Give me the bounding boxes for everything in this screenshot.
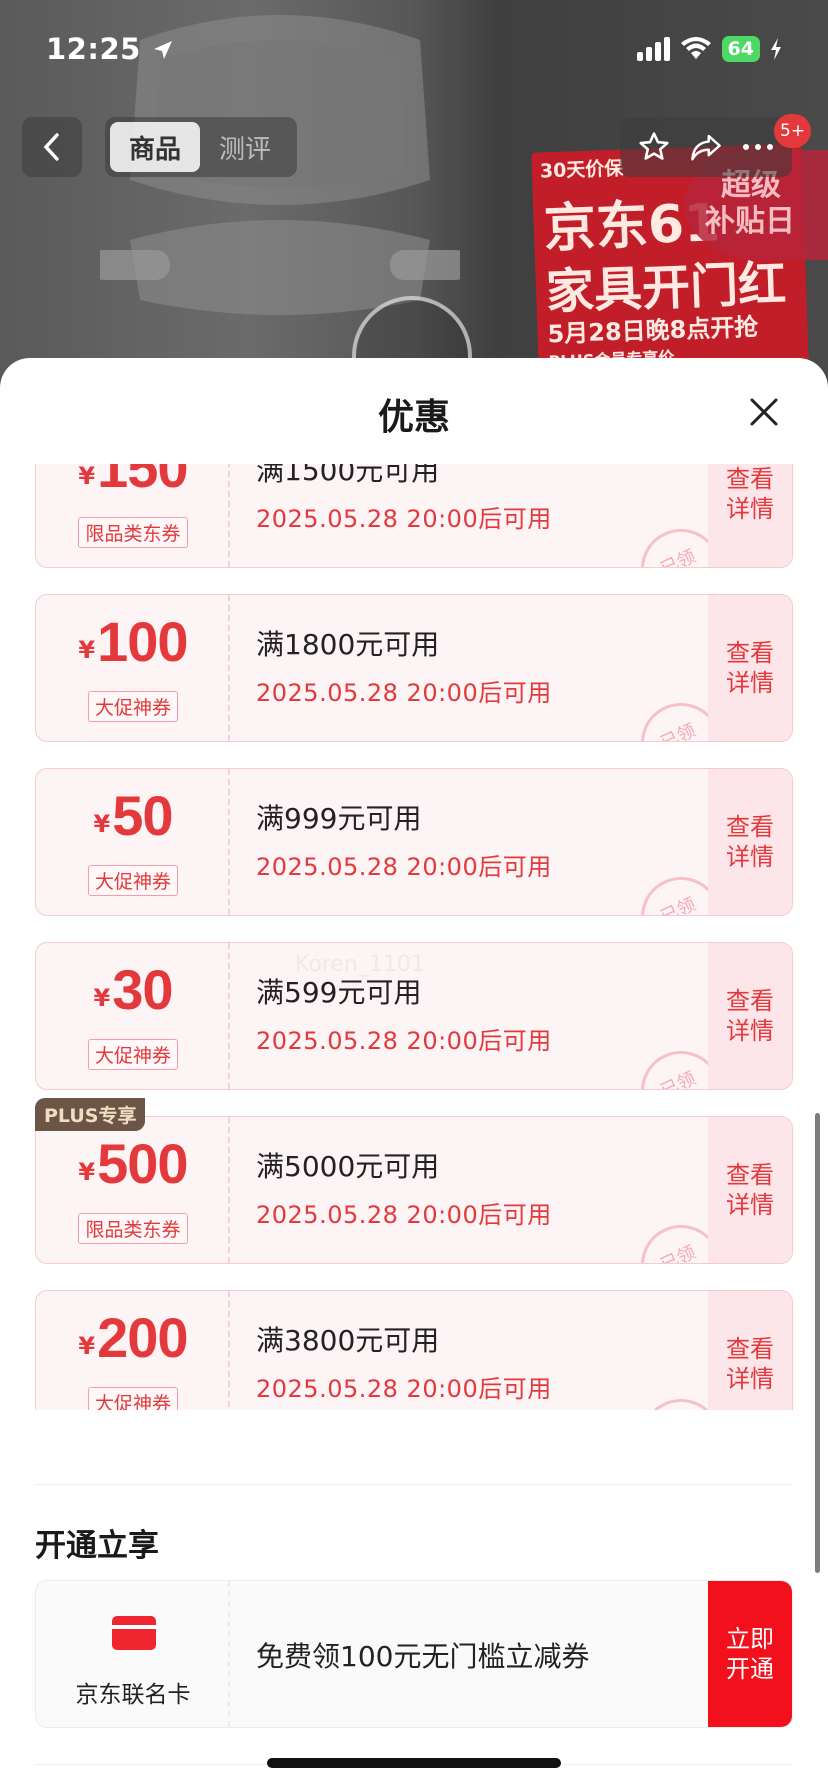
tab-review[interactable]: 测评 bbox=[200, 122, 290, 172]
back-button[interactable] bbox=[22, 117, 82, 177]
coupon-type: 限品类东券 bbox=[36, 517, 230, 548]
coupon-value-area: ¥30 大促神券 bbox=[36, 943, 230, 1089]
coupon-condition: 满1800元可用 bbox=[256, 628, 440, 661]
watermark: Koren_1101 bbox=[295, 952, 425, 977]
coupon-condition: 满1500元可用 bbox=[256, 464, 440, 487]
coupon-value-area: ¥500 限品类东券 bbox=[36, 1117, 230, 1263]
coupon-date: 2025.05.28 20:00后可用 bbox=[256, 505, 552, 533]
coupon-date: 2025.05.28 20:00后可用 bbox=[256, 1375, 552, 1403]
coupon-card: ¥50 大促神券 满999元可用 2025.05.28 20:00后可用 已领 … bbox=[35, 768, 793, 916]
charging-bolt-icon bbox=[771, 38, 781, 60]
view-details-button[interactable]: 查看详情 bbox=[708, 769, 792, 915]
card-offer-description: 免费领100元无门槛立减券 bbox=[256, 1640, 590, 1673]
coupon-type: 大促神券 bbox=[36, 865, 230, 896]
status-time: 12:25 bbox=[46, 32, 175, 66]
coupon-card: ¥200 大促神券 满3800元可用 2025.05.28 20:00后可用 已… bbox=[35, 1290, 793, 1410]
coupon-condition: 满5000元可用 bbox=[256, 1150, 440, 1183]
section-divider bbox=[35, 1484, 793, 1485]
coupon-card: ¥100 大促神券 满1800元可用 2025.05.28 20:00后可用 已… bbox=[35, 594, 793, 742]
coupon-condition: 满999元可用 bbox=[256, 802, 422, 835]
chevron-left-icon bbox=[43, 133, 59, 161]
message-badge: 5+ bbox=[774, 114, 812, 148]
plus-exclusive-tag: PLUS专享 bbox=[35, 1098, 146, 1131]
coupon-list[interactable]: ¥150 限品类东券 满1500元可用 2025.05.28 20:00后可用 … bbox=[0, 464, 828, 1410]
view-details-button[interactable]: 查看详情 bbox=[708, 943, 792, 1089]
coupon-date: 2025.05.28 20:00后可用 bbox=[256, 1201, 552, 1229]
cobrand-card-offer: 京东联名卡 免费领100元无门槛立减券 立即开通 bbox=[35, 1580, 793, 1728]
battery-indicator: 64 bbox=[721, 36, 760, 62]
coupon-amount: ¥500 bbox=[78, 1132, 188, 1195]
more-icon[interactable] bbox=[741, 142, 775, 152]
coupon-amount: ¥50 bbox=[93, 784, 174, 847]
coupon-type: 限品类东券 bbox=[36, 1213, 230, 1244]
coupon-amount: ¥100 bbox=[78, 610, 188, 673]
coupon-date: 2025.05.28 20:00后可用 bbox=[256, 679, 552, 707]
coupon-date: 2025.05.28 20:00后可用 bbox=[256, 1027, 552, 1055]
coupon-condition: 满599元可用 bbox=[256, 976, 422, 1009]
status-indicators: 64 bbox=[636, 36, 782, 62]
card-logo-area: 京东联名卡 bbox=[36, 1581, 230, 1727]
view-details-button[interactable]: 查看详情 bbox=[708, 595, 792, 741]
section-title: 开通立享 bbox=[35, 1528, 159, 1564]
home-indicator bbox=[267, 1758, 561, 1768]
credit-card-icon bbox=[112, 1616, 156, 1650]
coupon-amount: ¥200 bbox=[78, 1306, 188, 1369]
product-tabs: 商品 测评 bbox=[105, 117, 297, 177]
coupon-value-area: ¥100 大促神券 bbox=[36, 595, 230, 741]
discount-sheet: 优惠 ¥150 限品类东券 满1500元可用 2025.05.28 20:00后… bbox=[0, 358, 828, 1792]
coupon-type: 大促神券 bbox=[36, 1039, 230, 1070]
view-details-button[interactable]: 查看详情 bbox=[708, 464, 792, 567]
top-actions bbox=[620, 117, 792, 177]
coupon-amount: ¥30 bbox=[93, 958, 174, 1021]
sheet-title: 优惠 bbox=[377, 397, 450, 438]
tab-product[interactable]: 商品 bbox=[110, 122, 200, 172]
view-details-button[interactable]: 查看详情 bbox=[708, 1291, 792, 1410]
coupon-type: 大促神券 bbox=[36, 691, 230, 722]
open-now-button[interactable]: 立即开通 bbox=[708, 1581, 792, 1727]
card-name: 京东联名卡 bbox=[75, 1682, 191, 1708]
star-icon[interactable] bbox=[637, 130, 671, 164]
share-icon[interactable] bbox=[689, 132, 723, 162]
coupon-type: 大促神券 bbox=[36, 1387, 230, 1410]
coupon-value-area: ¥150 限品类东券 bbox=[36, 464, 230, 567]
location-arrow-icon bbox=[154, 41, 173, 59]
view-details-button[interactable]: 查看详情 bbox=[708, 1117, 792, 1263]
scrollbar[interactable] bbox=[815, 1113, 820, 1573]
close-icon[interactable] bbox=[744, 392, 784, 432]
coupon-condition: 满3800元可用 bbox=[256, 1324, 440, 1357]
wifi-icon bbox=[680, 37, 711, 59]
coupon-amount: ¥150 bbox=[78, 464, 188, 499]
cellular-signal-icon bbox=[636, 37, 670, 61]
coupon-card: ¥150 限品类东券 满1500元可用 2025.05.28 20:00后可用 … bbox=[35, 464, 793, 568]
coupon-value-area: ¥200 大促神券 bbox=[36, 1291, 230, 1410]
coupon-date: 2025.05.28 20:00后可用 bbox=[256, 853, 552, 881]
coupon-card: ¥500 限品类东券 满5000元可用 2025.05.28 20:00后可用 … bbox=[35, 1116, 793, 1264]
coupon-value-area: ¥50 大促神券 bbox=[36, 769, 230, 915]
